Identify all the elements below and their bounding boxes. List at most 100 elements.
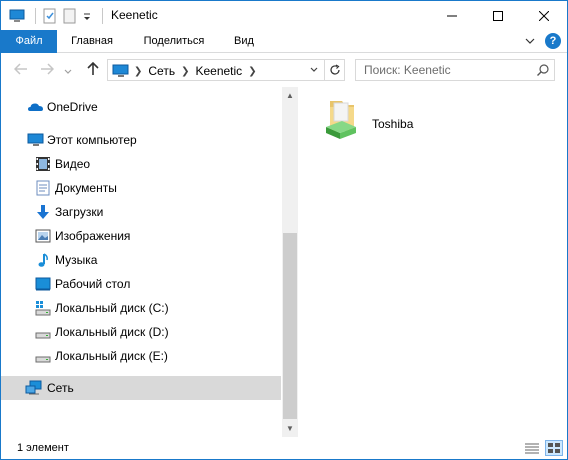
sidebar-item-label: Этот компьютер <box>47 133 137 147</box>
sidebar-item-label: Рабочий стол <box>55 277 131 291</box>
search-input[interactable]: Поиск: Keenetic <box>355 59 555 81</box>
item-count: 1 элемент <box>17 442 69 454</box>
breadcrumb: ❯ Сеть ❯ Keenetic ❯ <box>112 62 263 80</box>
sidebar-item-label: Видео <box>55 157 91 171</box>
up-button[interactable] <box>85 61 101 78</box>
minimize-button[interactable] <box>429 1 475 30</box>
sidebar-item-label: Музыка <box>55 253 98 267</box>
refresh-icon <box>329 64 340 75</box>
tab-view[interactable]: Вид <box>222 30 266 53</box>
window-controls <box>429 1 567 30</box>
sidebar-item-label: Документы <box>55 181 117 195</box>
sidebar-item-drive-d[interactable]: Локальный диск (D:) <box>1 320 281 344</box>
back-button[interactable] <box>13 62 29 78</box>
refresh-button[interactable] <box>324 60 344 80</box>
breadcrumb-item-network[interactable]: Сеть <box>148 64 175 78</box>
network-icon <box>25 380 42 396</box>
navpane-scrollbar[interactable]: ▲ ▼ <box>282 87 298 437</box>
system-drive-icon <box>35 300 51 316</box>
back-arrow-icon <box>13 63 27 75</box>
sidebar-item-music[interactable]: Музыка <box>1 248 281 272</box>
sidebar-item-desktop[interactable]: Рабочий стол <box>1 272 281 296</box>
sidebar-item-label: Изображения <box>55 229 131 243</box>
quick-access-toolbar <box>9 6 109 26</box>
sidebar-item-video[interactable]: Видео <box>1 152 281 176</box>
network-location-icon <box>112 63 130 79</box>
maximize-icon <box>493 10 503 21</box>
downloads-icon <box>35 204 51 220</box>
customize-toolbar-icon[interactable] <box>82 8 92 24</box>
expand-ribbon-icon[interactable] <box>525 34 535 48</box>
qat-divider <box>35 8 36 24</box>
navigation-pane: OneDrive Этот компьютер Видео Документы <box>1 87 297 437</box>
scrollbar-thumb[interactable] <box>283 233 297 419</box>
view-switcher <box>523 440 563 456</box>
help-icon[interactable]: ? <box>545 33 561 49</box>
file-name: Toshiba <box>372 117 414 131</box>
details-view-button[interactable] <box>523 440 541 456</box>
scroll-down-button[interactable]: ▼ <box>282 420 298 437</box>
sidebar-item-drive-c[interactable]: Локальный диск (C:) <box>1 296 281 320</box>
explorer-window: Keenetic Файл Главная Поделиться Вид ? ❯… <box>0 0 568 460</box>
chevron-down-icon <box>310 67 318 72</box>
tab-file[interactable]: Файл <box>1 30 57 53</box>
navigation-bar: ❯ Сеть ❯ Keenetic ❯ Поиск: Keenetic <box>1 53 567 87</box>
large-icons-view-icon <box>548 443 560 453</box>
computer-icon[interactable] <box>9 8 25 24</box>
up-arrow-icon <box>87 61 99 75</box>
sidebar-item-label: Локальный диск (D:) <box>55 325 169 339</box>
music-icon <box>35 252 51 268</box>
forward-arrow-icon <box>41 63 55 75</box>
sidebar-item-documents[interactable]: Документы <box>1 176 281 200</box>
sidebar-item-label: Сеть <box>47 381 74 395</box>
title-bar: Keenetic <box>1 1 567 30</box>
ribbon-right-controls: ? <box>525 33 561 49</box>
breadcrumb-item-keenetic[interactable]: Keenetic <box>195 64 242 78</box>
sidebar-item-network[interactable]: Сеть <box>1 376 281 400</box>
chevron-down-icon <box>64 69 72 74</box>
window-title: Keenetic <box>111 8 158 22</box>
sidebar-item-this-pc[interactable]: Этот компьютер <box>1 128 281 152</box>
sidebar-item-label: Загрузки <box>55 205 104 219</box>
search-icon[interactable] <box>536 63 550 77</box>
address-history-button[interactable] <box>306 60 322 80</box>
breadcrumb-separator-icon[interactable]: ❯ <box>248 66 256 77</box>
documents-icon <box>35 180 51 196</box>
list-item[interactable]: Toshiba <box>318 93 438 145</box>
pictures-icon <box>35 228 51 244</box>
content-pane: Toshiba <box>298 87 567 437</box>
desktop-icon <box>35 276 51 292</box>
shared-folder-icon <box>322 97 362 141</box>
forward-button[interactable] <box>39 62 55 78</box>
tab-home[interactable]: Главная <box>58 30 126 53</box>
recent-locations-button[interactable] <box>63 62 73 78</box>
ribbon-tabs: Файл Главная Поделиться Вид ? <box>1 30 567 53</box>
address-bar[interactable]: ❯ Сеть ❯ Keenetic ❯ <box>107 59 345 81</box>
close-icon <box>539 10 549 21</box>
breadcrumb-separator-icon[interactable]: ❯ <box>181 66 189 77</box>
sidebar-item-drive-e[interactable]: Локальный диск (E:) <box>1 344 281 368</box>
sidebar-item-downloads[interactable]: Загрузки <box>1 200 281 224</box>
qat-divider <box>102 8 103 24</box>
sidebar-item-label: OneDrive <box>47 100 98 114</box>
breadcrumb-separator-icon[interactable]: ❯ <box>134 66 142 77</box>
new-folder-icon[interactable] <box>62 8 78 24</box>
video-icon <box>35 156 51 172</box>
search-placeholder: Поиск: Keenetic <box>364 63 451 77</box>
scroll-up-button[interactable]: ▲ <box>282 87 298 104</box>
computer-icon <box>27 132 44 148</box>
minimize-icon <box>447 15 457 16</box>
status-bar: 1 элемент <box>1 437 567 459</box>
sidebar-item-label: Локальный диск (C:) <box>55 301 169 315</box>
large-icons-view-button[interactable] <box>545 440 563 456</box>
drive-icon <box>35 324 51 340</box>
onedrive-icon <box>27 99 43 115</box>
sidebar-item-label: Локальный диск (E:) <box>55 349 168 363</box>
sidebar-item-onedrive[interactable]: OneDrive <box>1 95 281 119</box>
details-view-icon <box>525 443 539 454</box>
close-button[interactable] <box>521 1 567 30</box>
tab-share[interactable]: Поделиться <box>128 30 220 53</box>
maximize-button[interactable] <box>475 1 521 30</box>
properties-icon[interactable] <box>42 8 58 24</box>
sidebar-item-pictures[interactable]: Изображения <box>1 224 281 248</box>
